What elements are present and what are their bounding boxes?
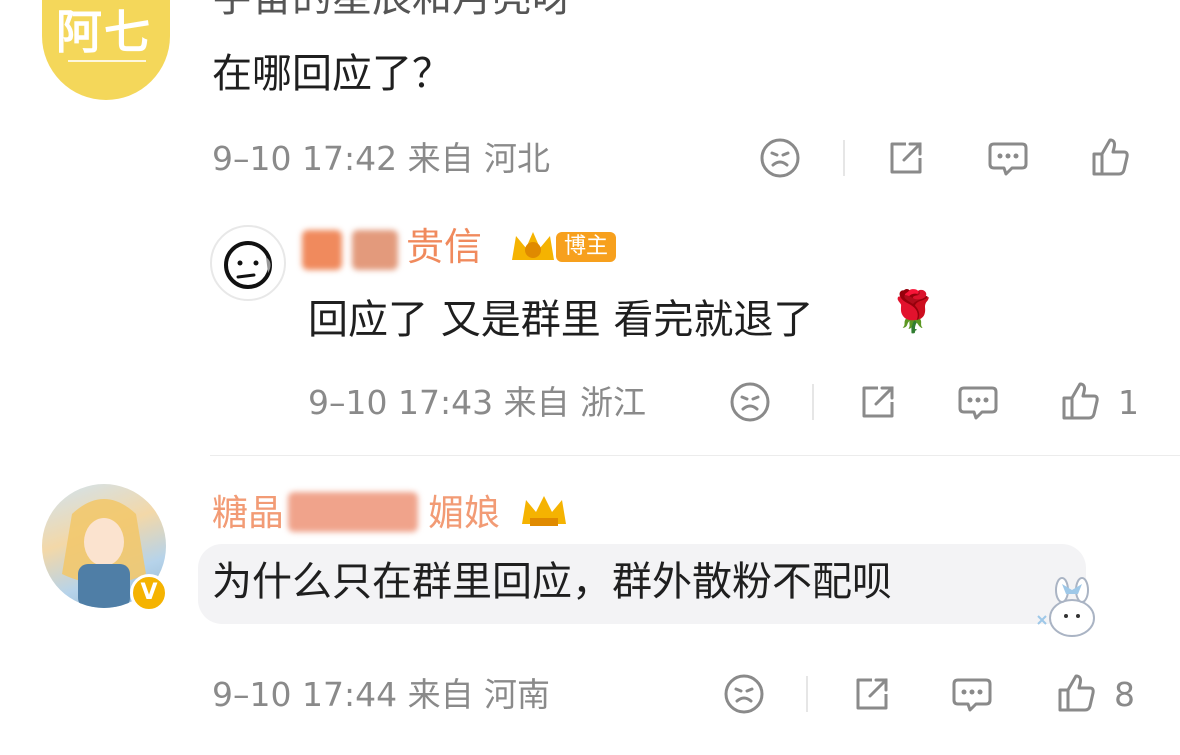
- reply-text: 回应了 又是群里 看完就退了: [308, 297, 814, 343]
- dislike-face-icon[interactable]: [722, 672, 766, 716]
- avatar-1-sub: [68, 60, 146, 76]
- dislike-face-icon[interactable]: [758, 136, 802, 180]
- username-visible-part-b[interactable]: 媚娘: [428, 496, 500, 532]
- action-divider: [843, 140, 845, 176]
- comment-icon[interactable]: [956, 380, 1000, 424]
- username-blur-3: [288, 492, 418, 532]
- crown-icon: [518, 490, 570, 532]
- action-divider: [812, 384, 814, 420]
- comment-3-meta: 9–10 17:44 来自 河南: [212, 675, 551, 714]
- username-visible-part-a[interactable]: 糖晶: [212, 496, 284, 532]
- avatar-1-text: 阿七: [56, 5, 152, 59]
- like-thumb-icon[interactable]: [1088, 136, 1132, 180]
- like-thumb-icon[interactable]: [1054, 672, 1098, 716]
- username-blur-2: [352, 230, 398, 270]
- share-icon[interactable]: [856, 380, 900, 424]
- comment-separator: [210, 455, 1180, 456]
- comment-icon[interactable]: [986, 136, 1030, 180]
- share-icon[interactable]: [884, 136, 928, 180]
- action-divider: [806, 676, 808, 712]
- rose-emoji: 🌹: [888, 289, 938, 335]
- share-icon[interactable]: [850, 672, 894, 716]
- comment-3-text: 为什么只在群里回应，群外散粉不配呗: [212, 559, 892, 605]
- reply-meta: 9–10 17:43 来自 浙江: [308, 383, 647, 422]
- avatar-2[interactable]: [210, 225, 286, 301]
- comment-icon[interactable]: [950, 672, 994, 716]
- comment-1-text: 在哪回应了？: [212, 51, 452, 97]
- verified-badge: V: [130, 574, 168, 612]
- comment-1-meta: 9–10 17:42 来自 河北: [212, 139, 551, 178]
- like-count-3: 8: [1114, 675, 1135, 714]
- truncated-comment-text: 宇宙的星辰和月亮呀: [212, 0, 572, 18]
- blogger-badge: 博主: [556, 232, 617, 262]
- username-visible-part[interactable]: 贵信: [406, 228, 482, 266]
- like-count-2: 1: [1118, 383, 1139, 422]
- crown-icon: [508, 226, 558, 270]
- like-thumb-icon[interactable]: [1058, 380, 1102, 424]
- bunny-sticker-icon: [1032, 576, 1106, 642]
- username-blur-1: [302, 230, 342, 270]
- avatar-1[interactable]: 阿七: [42, 0, 170, 100]
- dislike-face-icon[interactable]: [728, 380, 772, 424]
